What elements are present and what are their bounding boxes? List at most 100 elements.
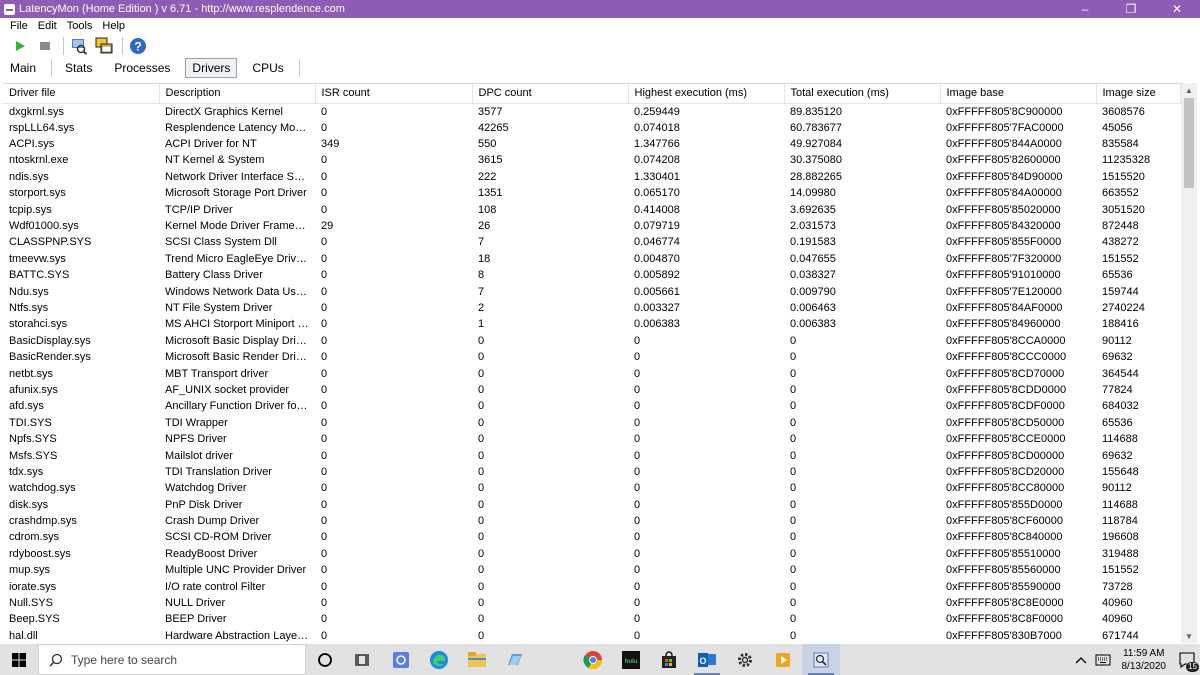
- show-hidden-icons-button[interactable]: [1070, 644, 1092, 675]
- cell-isr-count: 0: [321, 236, 328, 249]
- cell-description: PnP Disk Driver: [165, 498, 243, 511]
- table-row[interactable]: iorate.sys I/O rate control Filter 0 0 0 0 0xF…: [3, 578, 1180, 594]
- cell-isr-count: 0: [321, 498, 328, 511]
- table-row[interactable]: crashdmp.sys Crash Dump Driver 0 0 0 0 0xFFFFF…: [3, 513, 1180, 529]
- cell-image-size: 196608: [1102, 531, 1139, 544]
- taskbar-outlook[interactable]: O: [688, 644, 726, 675]
- taskbar-search-box[interactable]: Type here to search: [38, 644, 306, 675]
- scroll-down-arrow-icon[interactable]: ▼: [1181, 629, 1197, 643]
- task-view-button[interactable]: [344, 644, 382, 675]
- taskbar-app-2[interactable]: [496, 644, 534, 675]
- cell-dpc-count: 3577: [478, 105, 503, 118]
- taskbar-hulu[interactable]: hulu: [612, 644, 650, 675]
- column-header-dpc-count[interactable]: DPC count: [472, 84, 629, 104]
- taskbar-chrome[interactable]: [574, 644, 612, 675]
- table-row[interactable]: TDI.SYS TDI Wrapper 0 0 0 0 0xFFFFF805'8CD5000…: [3, 415, 1180, 431]
- close-button[interactable]: ✕: [1154, 0, 1200, 18]
- table-row[interactable]: Null.SYS NULL Driver 0 0 0 0 0xFFFFF805'8C8E00…: [3, 595, 1180, 611]
- taskbar-file-explorer[interactable]: [458, 644, 496, 675]
- cortana-button[interactable]: [306, 644, 344, 675]
- table-row[interactable]: BasicRender.sys Microsoft Basic Render Dr…: [3, 349, 1180, 365]
- scrollbar-thumb[interactable]: [1184, 98, 1194, 188]
- taskbar-edge[interactable]: [420, 644, 458, 675]
- taskbar-clock[interactable]: 11:59 AM 8/13/2020: [1114, 647, 1175, 673]
- column-header-total-execution[interactable]: Total execution (ms): [784, 84, 941, 104]
- table-row[interactable]: Npfs.SYS NPFS Driver 0 0 0 0 0xFFFFF805'8CCE00…: [3, 431, 1180, 447]
- taskbar-media[interactable]: [764, 644, 802, 675]
- table-row[interactable]: afd.sys Ancillary Function Driver for ...…: [3, 398, 1180, 414]
- table-row[interactable]: rspLLL64.sys Resplendence Latency Monit..…: [3, 120, 1180, 136]
- cell-image-size: 77824: [1102, 383, 1133, 396]
- tab-drivers[interactable]: Drivers: [185, 58, 238, 78]
- cell-driver-file: disk.sys: [9, 498, 49, 511]
- cell-description: Hardware Abstraction Layer ...: [165, 629, 313, 642]
- menu-tools[interactable]: Tools: [62, 20, 98, 32]
- table-row[interactable]: disk.sys PnP Disk Driver 0 0 0 0 0xFFFFF805'85…: [3, 496, 1180, 512]
- table-row[interactable]: tdx.sys TDI Translation Driver 0 0 0 0 0xFFFFF…: [3, 464, 1180, 480]
- tab-main[interactable]: Main: [3, 58, 43, 78]
- process-search-button[interactable]: [68, 36, 90, 56]
- help-button[interactable]: ?: [127, 36, 149, 56]
- table-row[interactable]: Ntfs.sys NT File System Driver 0 2 0.003327 0…: [3, 300, 1180, 316]
- tab-cpus[interactable]: CPUs: [245, 58, 290, 78]
- cell-isr-count: 0: [321, 433, 328, 446]
- minimize-button[interactable]: –: [1062, 0, 1108, 18]
- taskbar-store[interactable]: [650, 644, 688, 675]
- taskbar-app-1[interactable]: [382, 644, 420, 675]
- cell-image-base: 0xFFFFF805'7E120000: [946, 285, 1062, 298]
- table-row[interactable]: storport.sys Microsoft Storage Port Drive…: [3, 185, 1180, 201]
- keyboard-button[interactable]: [1092, 644, 1114, 675]
- maximize-button[interactable]: ❐: [1108, 0, 1154, 18]
- table-row[interactable]: watchdog.sys Watchdog Driver 0 0 0 0 0xFFFFF80…: [3, 480, 1180, 496]
- menu-edit[interactable]: Edit: [33, 20, 62, 32]
- table-row[interactable]: mup.sys Multiple UNC Provider Driver 0 0 0 0 0…: [3, 562, 1180, 578]
- cell-isr-count: 0: [321, 252, 328, 265]
- menu-help[interactable]: Help: [97, 20, 130, 32]
- tab-processes[interactable]: Processes: [107, 58, 177, 78]
- cell-total-execution: 0: [790, 482, 797, 495]
- cell-highest-execution: 1.330401: [634, 170, 680, 183]
- windows-button[interactable]: [93, 36, 115, 56]
- stop-monitor-button[interactable]: [34, 36, 56, 56]
- table-row[interactable]: storahci.sys MS AHCI Storport Miniport D.…: [3, 316, 1180, 332]
- start-button[interactable]: [0, 644, 38, 675]
- vertical-scrollbar[interactable]: ▲ ▼: [1181, 83, 1197, 643]
- table-row[interactable]: BATTC.SYS Battery Class Driver 0 8 0.005892 0…: [3, 267, 1180, 283]
- taskbar-latencymon[interactable]: [802, 644, 840, 675]
- cell-description: Watchdog Driver: [165, 482, 247, 495]
- column-header-driver-file[interactable]: Driver file: [3, 84, 160, 104]
- tab-stats[interactable]: Stats: [58, 58, 99, 78]
- table-row[interactable]: Msfs.SYS Mailslot driver 0 0 0 0 0xFFFFF805'8C…: [3, 447, 1180, 463]
- table-row[interactable]: netbt.sys MBT Transport driver 0 0 0 0 0xFFFFF…: [3, 365, 1180, 381]
- scroll-up-arrow-icon[interactable]: ▲: [1181, 83, 1197, 97]
- table-row[interactable]: afunix.sys AF_UNIX socket provider 0 0 0 0 0xF…: [3, 382, 1180, 398]
- column-header-image-size[interactable]: Image size: [1096, 84, 1181, 104]
- table-row[interactable]: BasicDisplay.sys Microsoft Basic Display …: [3, 333, 1180, 349]
- toolbar: ?: [0, 35, 1200, 57]
- table-row[interactable]: Ndu.sys Windows Network Data Usa... 0 7 0.00…: [3, 283, 1180, 299]
- column-header-description[interactable]: Description: [159, 84, 316, 104]
- table-row[interactable]: Wdf01000.sys Kernel Mode Driver Framew...…: [3, 218, 1180, 234]
- table-row[interactable]: ndis.sys Network Driver Interface Sp... 0 2…: [3, 169, 1180, 185]
- table-row[interactable]: ntoskrnl.exe NT Kernel & System 0 3615 0.074…: [3, 152, 1180, 168]
- column-header-image-base[interactable]: Image base: [940, 84, 1097, 104]
- table-row[interactable]: tcpip.sys TCP/IP Driver 0 108 0.414008 3.6926…: [3, 201, 1180, 217]
- start-monitor-button[interactable]: [9, 36, 31, 56]
- table-row[interactable]: rdyboost.sys ReadyBoost Driver 0 0 0 0 0xFFFFF…: [3, 546, 1180, 562]
- table-row[interactable]: tmeevw.sys Trend Micro EagleEye Driver...…: [3, 251, 1180, 267]
- toolbar-separator: [122, 37, 123, 55]
- menu-file[interactable]: File: [0, 20, 33, 32]
- table-row[interactable]: ACPI.sys ACPI Driver for NT 349 550 1.347766…: [3, 136, 1180, 152]
- column-header-highest-execution[interactable]: Highest execution (ms): [628, 84, 785, 104]
- cell-image-base: 0xFFFFF805'855D0000: [946, 498, 1063, 511]
- taskbar-settings[interactable]: [726, 644, 764, 675]
- table-row[interactable]: cdrom.sys SCSI CD-ROM Driver 0 0 0 0 0xFFFFF80…: [3, 529, 1180, 545]
- column-header-isr-count[interactable]: ISR count: [315, 84, 473, 104]
- table-row[interactable]: dxgkrnl.sys DirectX Graphics Kernel 0 3577 0…: [3, 103, 1180, 120]
- table-row[interactable]: CLASSPNP.SYS SCSI Class System Dll 0 7 0.046…: [3, 234, 1180, 250]
- table-row[interactable]: hal.dll Hardware Abstraction Layer ... 0 0 0…: [3, 628, 1180, 643]
- cell-highest-execution: 0.046774: [634, 236, 680, 249]
- drivers-table: Driver file Description ISR count DPC count…: [3, 84, 1181, 643]
- action-center-button[interactable]: 15: [1174, 644, 1200, 675]
- table-row[interactable]: Beep.SYS BEEP Driver 0 0 0 0 0xFFFFF805'8C8F00…: [3, 611, 1180, 627]
